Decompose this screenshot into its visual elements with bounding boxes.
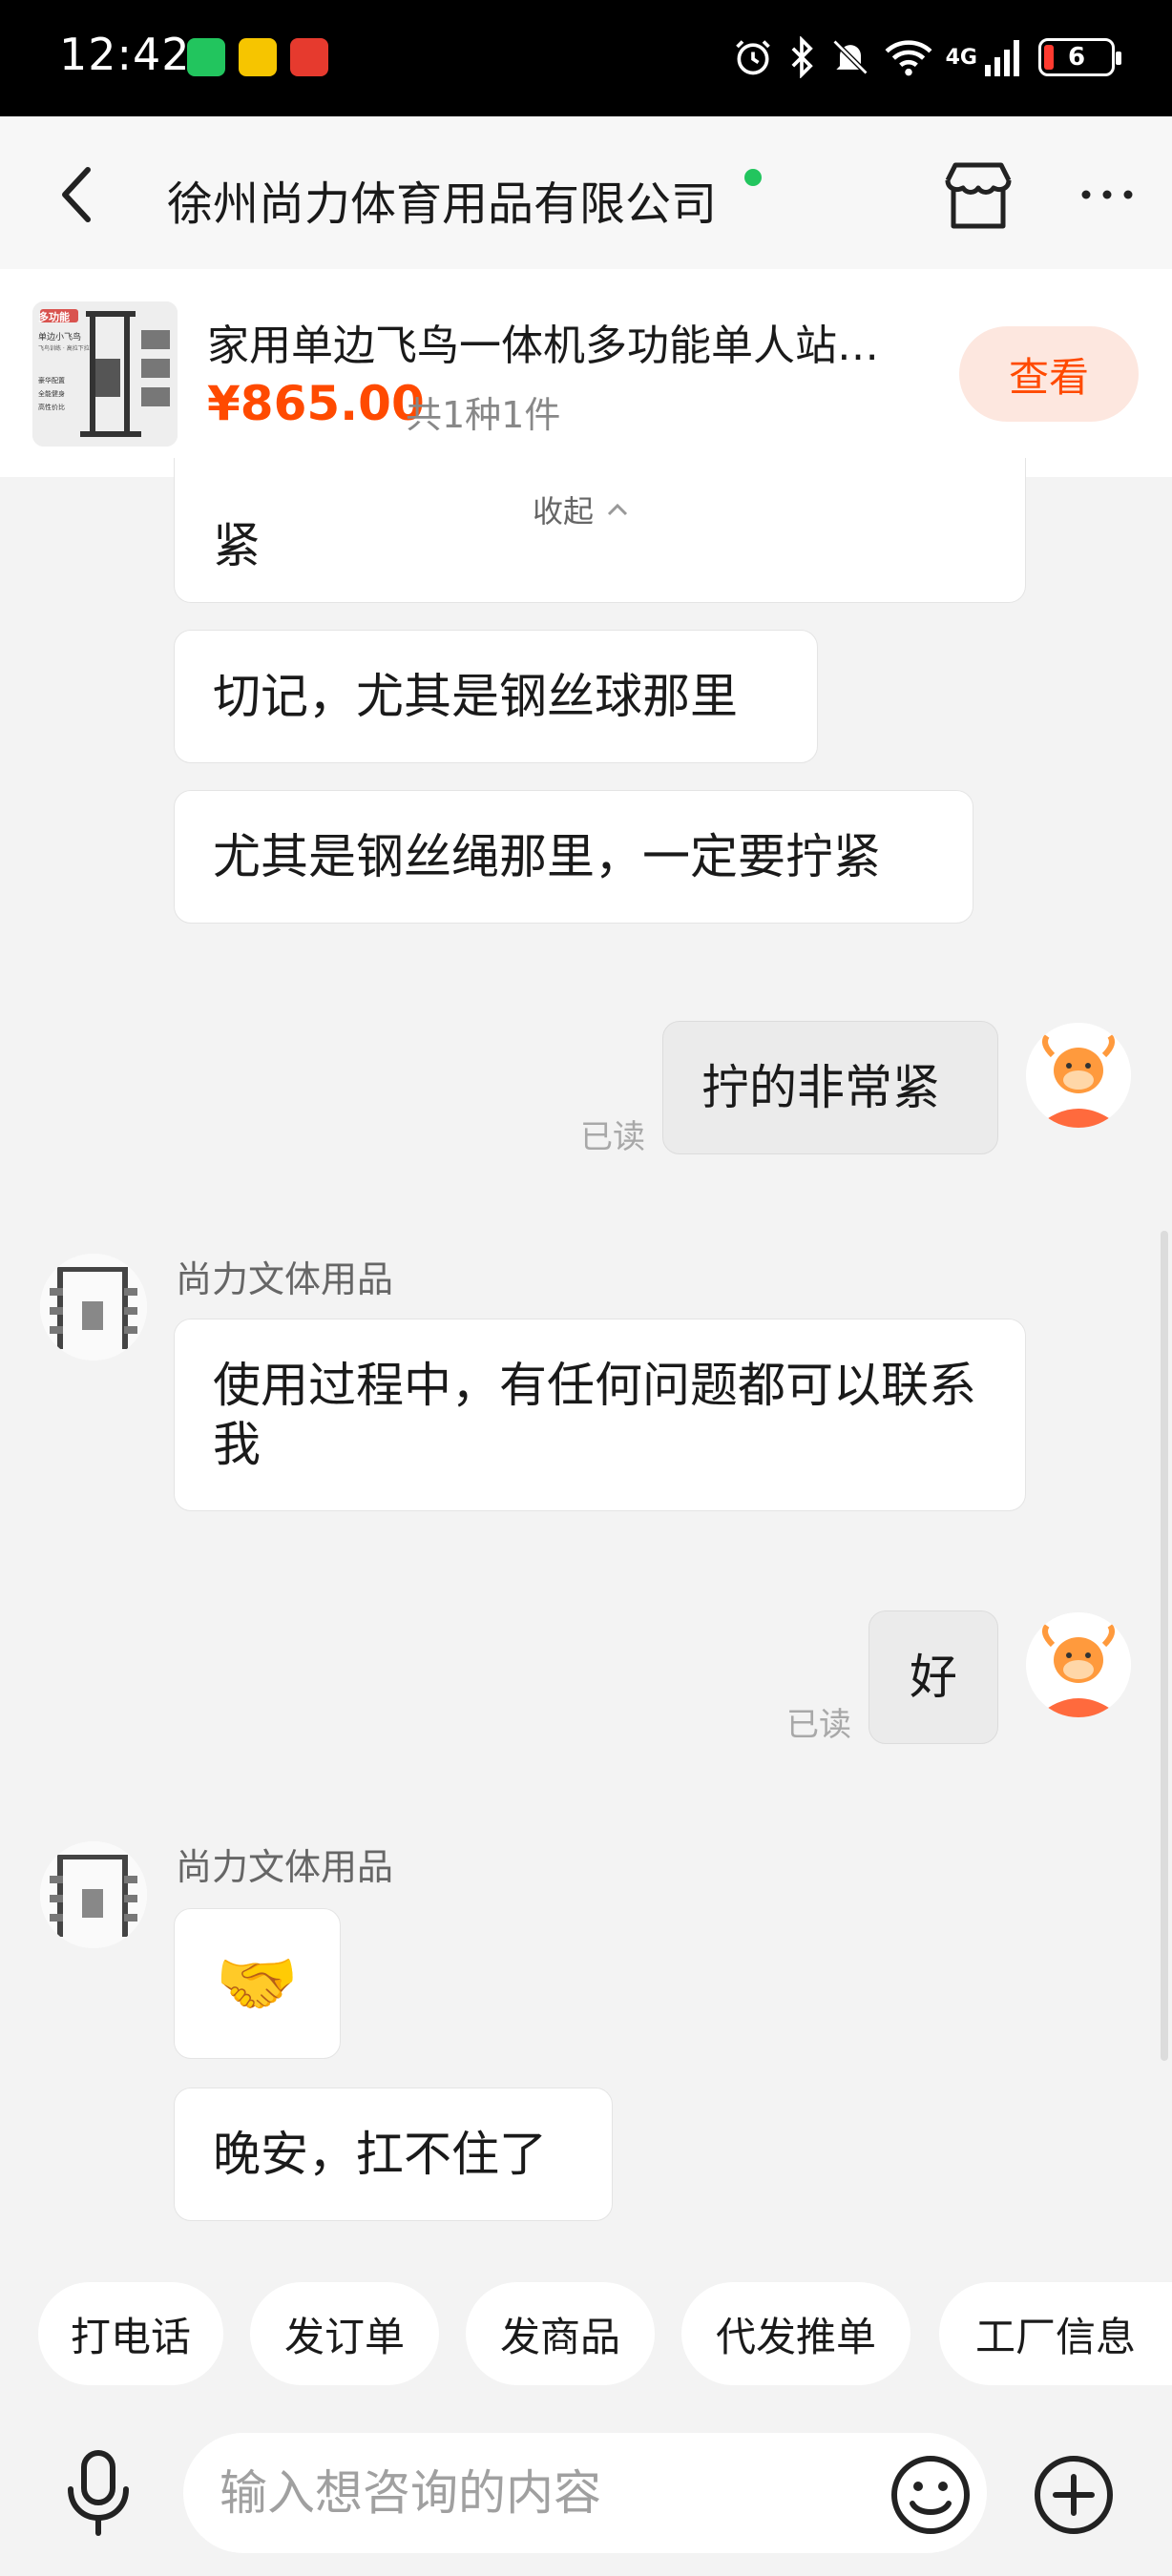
signal-icon: [985, 40, 1019, 76]
message-text: 尤其是钢丝绳那里，一定要拧紧: [213, 829, 881, 884]
product-card[interactable]: 多功能 单边小飞鸟 飞鸟训练 · 高拉下拉 豪华配置 全能健身 高性价比 家用单…: [0, 269, 1172, 477]
message-bubble[interactable]: 使用过程中，有任何问题都可以联系我: [174, 1319, 1026, 1511]
green-a-app-icon: [187, 38, 225, 76]
status-icons: 4G 6: [732, 32, 1121, 82]
send-product-button[interactable]: 发商品: [466, 2282, 655, 2385]
my-message-bubble[interactable]: 拧的非常紧: [662, 1021, 998, 1154]
message-text: 使用过程中，有任何问题都可以联系我: [213, 1358, 976, 1472]
message-bubble[interactable]: 尤其是钢丝绳那里，一定要拧紧: [174, 790, 973, 924]
thumb-label-1: 多功能: [38, 311, 70, 323]
message-text: 拧的非常紧: [701, 1060, 940, 1115]
thumb-label-2: 单边小飞鸟: [38, 333, 82, 343]
product-count: 共1种1件: [406, 394, 561, 436]
message-text: 切记，尤其是钢丝球那里: [213, 669, 738, 724]
status-time: 12:42: [59, 29, 191, 80]
battery-level: 6: [1067, 43, 1086, 72]
yellow-face-app-icon: [239, 38, 277, 76]
my-avatar[interactable]: [1026, 1612, 1131, 1717]
handshake-emoji: 🤝: [215, 1944, 300, 2023]
alarm-icon: [735, 40, 770, 75]
quick-actions-bar: 打电话 发订单 发商品 代发推单 工厂信息: [0, 2271, 1172, 2395]
message-bubble[interactable]: 晚安，扛不住了: [174, 2088, 613, 2221]
send-order-button[interactable]: 发订单: [250, 2282, 439, 2385]
message-text: 紧: [213, 518, 261, 573]
store-icon[interactable]: [940, 159, 1016, 232]
dropship-order-button[interactable]: 代发推单: [681, 2282, 910, 2385]
wifi-icon: [885, 40, 932, 76]
factory-info-button[interactable]: 工厂信息: [939, 2282, 1172, 2385]
shop-avatar[interactable]: [40, 1254, 147, 1361]
product-price: ¥865.00: [207, 376, 425, 431]
product-title[interactable]: 家用单边飞鸟一体机多功能单人站…: [207, 311, 932, 372]
product-thumbnail[interactable]: 多功能 单边小飞鸟 飞鸟训练 · 高拉下拉 豪华配置 全能健身 高性价比: [32, 301, 178, 447]
call-button[interactable]: 打电话: [38, 2282, 223, 2385]
view-product-button[interactable]: 查看: [959, 326, 1139, 422]
thumb-label-5: 全能健身: [38, 390, 65, 398]
message-text: 晚安，扛不住了: [213, 2127, 547, 2182]
read-receipt: 已读: [786, 1706, 851, 1744]
collapse-label: 收起: [533, 493, 595, 530]
scrollbar[interactable]: [1161, 1231, 1168, 2061]
my-avatar[interactable]: [1026, 1023, 1131, 1128]
battery-icon: 6: [1038, 38, 1121, 76]
emoji-message-bubble[interactable]: 🤝: [174, 1908, 341, 2059]
message-text: 好: [910, 1650, 957, 1705]
gym-equipment-avatar: [40, 1841, 147, 1948]
shop-avatar[interactable]: [40, 1841, 147, 1948]
emoji-icon[interactable]: [888, 2452, 973, 2538]
cow-avatar-icon: [1026, 1023, 1131, 1128]
chevron-up-icon: [607, 503, 628, 516]
message-bubble[interactable]: 切记，尤其是钢丝球那里: [174, 630, 818, 763]
message-input[interactable]: [183, 2433, 987, 2553]
my-message-bubble[interactable]: 好: [869, 1610, 998, 1744]
sender-name: 尚力文体用品: [176, 1846, 394, 1888]
mute-icon: [832, 39, 869, 75]
collapse-button[interactable]: 收起: [506, 482, 658, 537]
cow-avatar-icon: [1026, 1612, 1131, 1717]
gym-equipment-avatar: [40, 1254, 147, 1361]
network-type: 4G: [945, 45, 977, 70]
thumb-label-3: 飞鸟训练 · 高拉下拉: [38, 345, 90, 352]
chat-header: 徐州尚力体育用品有限公司: [0, 116, 1172, 269]
read-receipt: 已读: [580, 1118, 645, 1156]
online-status-dot: [744, 169, 762, 186]
plus-icon[interactable]: [1031, 2452, 1117, 2538]
thumb-label-6: 高性价比: [38, 404, 65, 411]
page-title: 徐州尚力体育用品有限公司: [167, 177, 718, 231]
more-icon[interactable]: [1077, 176, 1138, 214]
status-bar: 12:42 4G 6: [0, 0, 1172, 116]
microphone-icon[interactable]: [55, 2447, 141, 2539]
bluetooth-icon: [791, 36, 813, 78]
back-icon[interactable]: [48, 156, 115, 233]
red-news-app-icon: [290, 38, 328, 76]
sender-name: 尚力文体用品: [176, 1258, 394, 1300]
input-bar: [0, 2404, 1172, 2576]
thumb-label-4: 豪华配置: [38, 377, 65, 384]
